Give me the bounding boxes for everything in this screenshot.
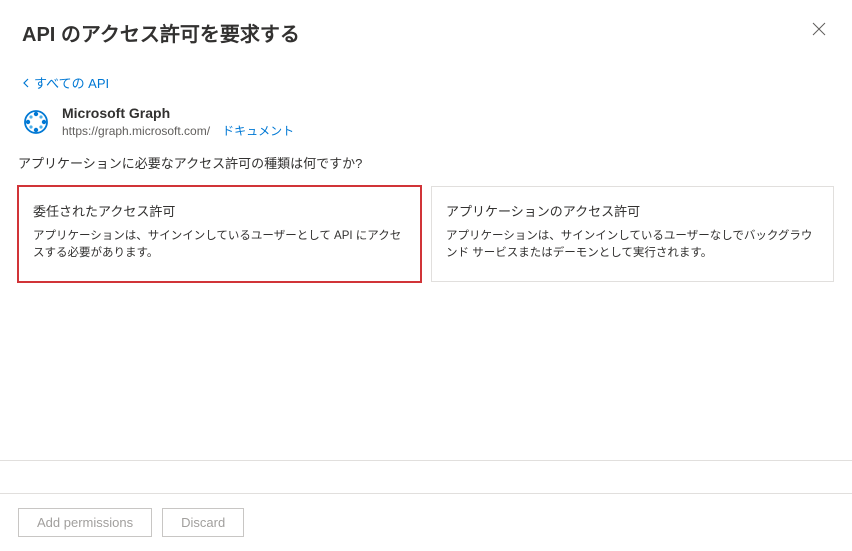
chevron-left-icon — [22, 78, 30, 88]
footer-divider — [0, 460, 852, 461]
page-title: API のアクセス許可を要求する — [22, 18, 300, 47]
close-icon[interactable] — [808, 18, 830, 44]
permission-type-question: アプリケーションに必要なアクセス許可の種類は何ですか? — [0, 147, 852, 186]
footer: Add permissions Discard — [0, 493, 852, 551]
add-permissions-button[interactable]: Add permissions — [18, 508, 152, 537]
delegated-option-desc: アプリケーションは、サインインしているユーザーとして API にアクセスする必要… — [33, 228, 406, 263]
delegated-permissions-option[interactable]: 委任されたアクセス許可 アプリケーションは、サインインしているユーザーとして A… — [17, 185, 422, 283]
api-header: Microsoft Graph https://graph.microsoft.… — [0, 100, 852, 147]
graph-icon — [22, 108, 50, 136]
breadcrumb-label: すべての API — [34, 73, 109, 92]
api-name: Microsoft Graph — [62, 104, 294, 122]
application-permissions-option[interactable]: アプリケーションのアクセス許可 アプリケーションは、サインインしているユーザーな… — [431, 186, 834, 282]
discard-button[interactable]: Discard — [162, 508, 244, 537]
breadcrumb-back[interactable]: すべての API — [0, 55, 852, 100]
api-url: https://graph.microsoft.com/ — [62, 124, 210, 138]
api-docs-link[interactable]: ドキュメント — [222, 122, 294, 139]
application-option-title: アプリケーションのアクセス許可 — [446, 201, 819, 220]
application-option-desc: アプリケーションは、サインインしているユーザーなしでバックグラウンド サービスま… — [446, 228, 819, 263]
delegated-option-title: 委任されたアクセス許可 — [33, 201, 406, 220]
